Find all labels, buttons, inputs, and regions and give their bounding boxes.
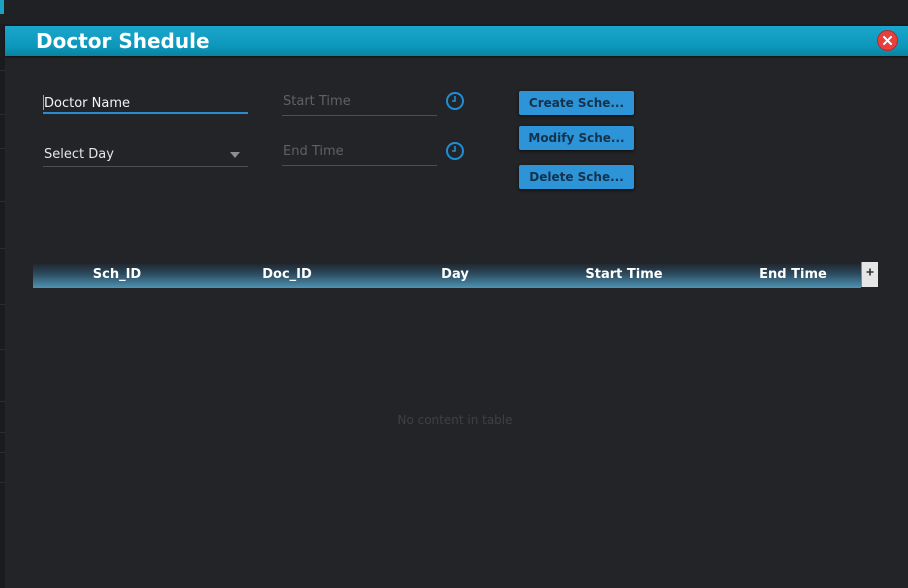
background-accent bbox=[0, 0, 4, 14]
end-time-clock-icon[interactable] bbox=[445, 141, 465, 161]
select-day-value: Select Day bbox=[44, 147, 114, 162]
delete-schedule-button[interactable]: Delete Sche... bbox=[519, 165, 634, 189]
background-window-strip bbox=[0, 0, 908, 24]
window-title: Doctor Shedule bbox=[36, 29, 210, 53]
start-time-field[interactable]: Start Time bbox=[282, 90, 437, 116]
close-button[interactable] bbox=[878, 31, 897, 50]
end-time-field[interactable]: End Time bbox=[282, 140, 437, 166]
select-day-underline bbox=[43, 166, 248, 167]
schedule-table[interactable]: Sch_ID Doc_ID Day Start Time End Time No… bbox=[33, 262, 878, 588]
start-time-placeholder: Start Time bbox=[283, 94, 351, 109]
end-time-placeholder: End Time bbox=[283, 144, 344, 159]
table-header: Sch_ID Doc_ID Day Start Time End Time bbox=[33, 262, 861, 288]
column-header-day[interactable]: Day bbox=[373, 262, 537, 288]
create-schedule-button[interactable]: Create Sche... bbox=[519, 91, 634, 115]
end-time-underline bbox=[282, 165, 437, 166]
column-header-sch-id[interactable]: Sch_ID bbox=[33, 262, 201, 288]
doctor-name-value: Doctor Name bbox=[44, 96, 130, 111]
doctor-name-underline bbox=[43, 112, 248, 114]
select-day-dropdown[interactable]: Select Day bbox=[43, 143, 248, 167]
doctor-name-field[interactable]: Doctor Name bbox=[43, 92, 248, 114]
start-time-clock-icon[interactable] bbox=[445, 91, 465, 111]
plus-icon bbox=[866, 268, 874, 276]
column-header-end-time[interactable]: End Time bbox=[711, 262, 875, 288]
start-time-underline bbox=[282, 115, 437, 116]
title-bar[interactable]: Doctor Shedule bbox=[5, 26, 908, 56]
modify-schedule-button[interactable]: Modify Sche... bbox=[519, 126, 634, 150]
empty-table-message: No content in table bbox=[397, 413, 513, 427]
column-menu-button[interactable] bbox=[861, 262, 878, 287]
chevron-down-icon bbox=[230, 152, 240, 158]
doctor-schedule-window: Doctor Shedule Doctor Name Select Day St… bbox=[5, 26, 908, 588]
column-header-start-time[interactable]: Start Time bbox=[537, 262, 711, 288]
column-header-doc-id[interactable]: Doc_ID bbox=[201, 262, 373, 288]
close-icon bbox=[883, 36, 892, 45]
